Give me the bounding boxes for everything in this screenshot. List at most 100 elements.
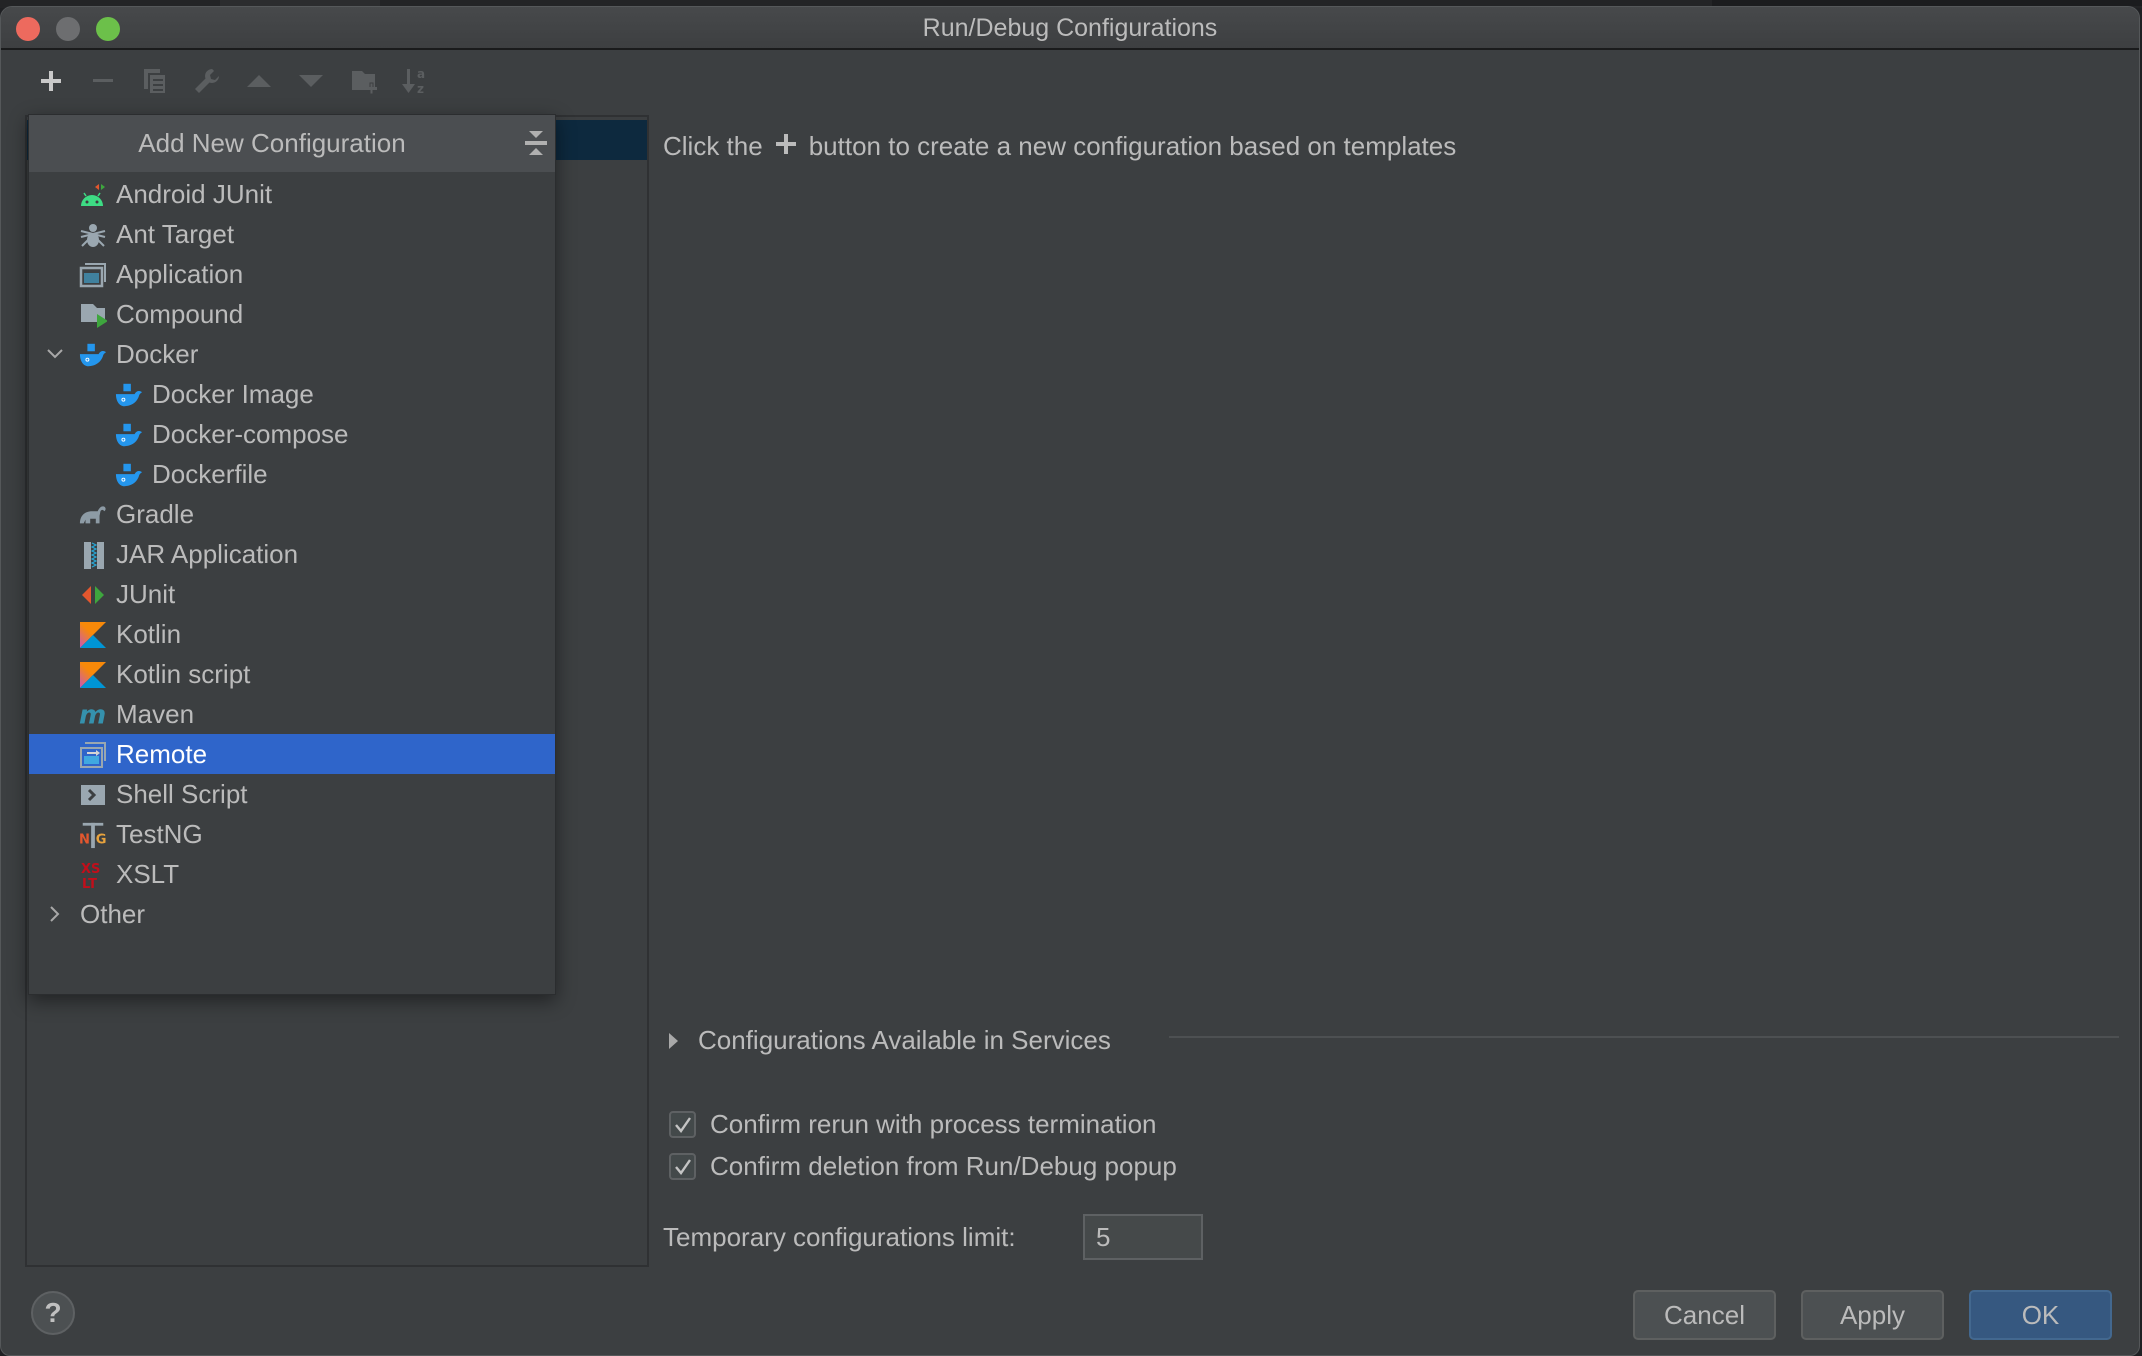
svg-text:G: G [96,832,107,847]
kotlin-icon [79,622,107,648]
edit-templates-button[interactable] [191,65,223,97]
move-down-button[interactable] [295,65,327,97]
move-up-button[interactable] [243,65,275,97]
list-item-kotlin-script[interactable]: Kotlin script [29,654,555,694]
list-item-maven[interactable]: m Maven [29,694,555,734]
collapse-all-icon [525,131,547,155]
hint-text-after: button to create a new configuration bas… [808,131,1457,161]
checkmark-icon [674,1116,691,1133]
confirm-deletion-checkbox[interactable]: Confirm deletion from Run/Debug popup [669,1151,1177,1182]
checkbox-box[interactable] [669,1153,696,1180]
junit-icon [79,582,107,608]
ant-icon [79,222,107,248]
arrow-up-icon [247,75,271,87]
list-item-remote[interactable]: Remote [29,734,555,774]
temp-config-limit-label: Temporary configurations limit: [663,1222,1016,1252]
list-item-docker-compose[interactable]: Docker-compose [29,414,555,454]
svg-text:z: z [417,82,424,96]
copy-configuration-button[interactable] [139,65,171,97]
popup-header: Add New Configuration [29,115,555,172]
list-item-application[interactable]: Application [29,254,555,294]
list-item-android-junit[interactable]: Android JUnit [29,174,555,214]
list-item-label: Shell Script [116,779,248,809]
apply-button[interactable]: Apply [1801,1290,1944,1340]
list-item-label: JUnit [116,579,176,609]
svg-text:a: a [417,67,425,81]
application-icon [79,262,107,288]
list-item-label: Docker [116,339,199,369]
list-item-jar-application[interactable]: JAR Application [29,534,555,574]
list-item-label: TestNG [116,819,203,849]
list-item-xslt[interactable]: XS LT XSLT [29,854,555,894]
title-bar[interactable]: Run/Debug Configurations [1,7,2139,50]
empty-state-hint: Click the button to create a new configu… [663,131,1456,162]
configurations-in-services-toggle[interactable]: Configurations Available in Services [669,1025,1111,1056]
svg-text:LT: LT [82,877,97,890]
chevron-down-icon[interactable] [43,342,67,366]
list-item-label: Docker Image [152,379,314,409]
xslt-icon: XS LT [79,862,107,890]
arrow-down-icon [299,75,323,87]
jar-icon [79,542,107,569]
add-new-configuration-popup[interactable]: Add New Configuration Android JUnit Ant … [28,114,556,995]
wrench-icon [195,69,219,93]
hint-text-before: Click the [663,131,763,161]
remove-configuration-button[interactable] [87,65,119,97]
list-item-docker[interactable]: Docker [29,334,555,374]
list-item-gradle[interactable]: Gradle [29,494,555,534]
sort-configurations-button[interactable]: az [399,65,431,97]
add-configuration-button[interactable] [35,65,67,97]
maven-icon: m [79,702,107,728]
list-item-label: Android JUnit [116,179,273,209]
testng-icon: NG [79,822,107,849]
temp-config-limit-input[interactable] [1083,1214,1203,1260]
run-debug-configurations-dialog: Run/Debug Configurations az Click the bu… [0,6,2140,1356]
list-item-testng[interactable]: NG TestNG [29,814,555,854]
checkbox-label: Confirm rerun with process termination [710,1109,1157,1139]
android-junit-icon [79,182,107,208]
folder-add-icon [352,71,377,95]
list-item-junit[interactable]: JUnit [29,574,555,614]
collapse-all-button[interactable] [519,125,553,161]
list-item-dockerfile[interactable]: Dockerfile [29,454,555,494]
list-item-label: Docker-compose [152,419,349,449]
list-item-label: Ant Target [116,219,235,249]
list-item-other[interactable]: Other [29,894,555,934]
svg-text:N: N [79,832,90,847]
cancel-button[interactable]: Cancel [1633,1290,1776,1340]
list-item-label: JAR Application [116,539,299,569]
list-item-label: Compound [116,299,244,329]
docker-icon [79,342,107,368]
copy-icon [144,69,167,95]
list-item-kotlin[interactable]: Kotlin [29,614,555,654]
list-item-label: Application [116,259,244,289]
list-item-label: Gradle [116,499,195,529]
help-button[interactable]: ? [31,1291,75,1335]
list-item-docker-image[interactable]: Docker Image [29,374,555,414]
new-folder-button[interactable] [349,65,381,97]
list-item-shell-script[interactable]: Shell Script [29,774,555,814]
remote-icon [79,742,107,768]
compound-icon [79,302,107,328]
plus-icon [41,71,61,91]
list-item-label: Maven [116,699,195,729]
list-item-label: Dockerfile [152,459,268,489]
list-item-ant-target[interactable]: Ant Target [29,214,555,254]
services-section-label: Configurations Available in Services [698,1025,1111,1055]
gradle-icon [79,502,107,528]
svg-text:m: m [79,702,106,728]
checkbox-box[interactable] [669,1111,696,1138]
checkmark-icon [674,1158,691,1175]
kotlin-icon [79,662,107,688]
list-item-label: Remote [116,739,208,769]
list-item-label: Kotlin script [116,659,251,689]
list-item-label: Other [80,899,146,929]
list-item-label: Kotlin [116,619,182,649]
popup-title: Add New Configuration [138,128,406,158]
chevron-right-icon[interactable] [43,902,67,926]
confirm-rerun-checkbox[interactable]: Confirm rerun with process termination [669,1109,1157,1140]
list-item-compound[interactable]: Compound [29,294,555,334]
sort-alpha-icon: az [402,67,425,96]
minus-icon [93,79,113,82]
ok-button[interactable]: OK [1969,1290,2112,1340]
